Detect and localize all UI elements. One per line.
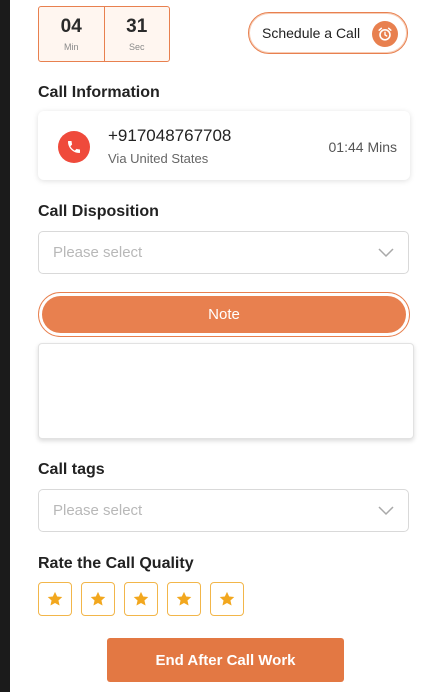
timer-seconds-value: 31	[126, 16, 148, 37]
star-button-1[interactable]	[38, 582, 72, 616]
caller-location: Via United States	[108, 151, 209, 166]
call-disposition-select[interactable]: Please select	[38, 231, 409, 274]
timer-minutes: 04 Min	[39, 7, 104, 61]
star-icon	[90, 591, 106, 606]
call-disposition-title: Call Disposition	[38, 203, 159, 220]
call-timer: 04 Min 31 Sec	[38, 6, 170, 62]
alarm-clock-icon	[372, 21, 398, 47]
timer-minutes-value: 04	[60, 16, 82, 37]
end-after-call-work-button[interactable]: End After Call Work	[107, 638, 344, 682]
caller-number: +917048767708	[108, 126, 232, 145]
timer-seconds: 31 Sec	[103, 7, 170, 61]
star-rating	[38, 582, 244, 616]
phone-icon	[58, 131, 90, 163]
star-button-5[interactable]	[210, 582, 244, 616]
call-information-card: +917048767708 Via United States 01:44 Mi…	[38, 111, 410, 180]
star-button-3[interactable]	[124, 582, 158, 616]
star-icon	[219, 591, 235, 606]
call-tags-placeholder: Please select	[53, 502, 143, 519]
star-button-2[interactable]	[81, 582, 115, 616]
call-information-title: Call Information	[38, 84, 160, 101]
note-textarea[interactable]	[38, 343, 414, 439]
star-button-4[interactable]	[167, 582, 201, 616]
chevron-down-icon	[378, 504, 394, 521]
timer-minutes-label: Min	[63, 42, 79, 52]
note-button-label: Note	[42, 296, 406, 333]
call-tags-title: Call tags	[38, 461, 105, 478]
star-icon	[176, 591, 192, 606]
after-call-panel: 04 Min 31 Sec Schedule a Call Call Infor…	[10, 0, 435, 692]
call-duration: 01:44 Mins	[328, 139, 397, 155]
schedule-call-button[interactable]: Schedule a Call	[248, 12, 408, 54]
timer-seconds-label: Sec	[128, 42, 145, 52]
chevron-down-icon	[378, 246, 394, 263]
rate-call-quality-title: Rate the Call Quality	[38, 555, 194, 572]
call-disposition-placeholder: Please select	[53, 244, 143, 261]
note-button[interactable]: Note	[38, 292, 410, 337]
star-icon	[47, 591, 63, 606]
call-tags-select[interactable]: Please select	[38, 489, 409, 532]
schedule-call-label: Schedule a Call	[262, 25, 361, 41]
star-icon	[133, 591, 149, 606]
